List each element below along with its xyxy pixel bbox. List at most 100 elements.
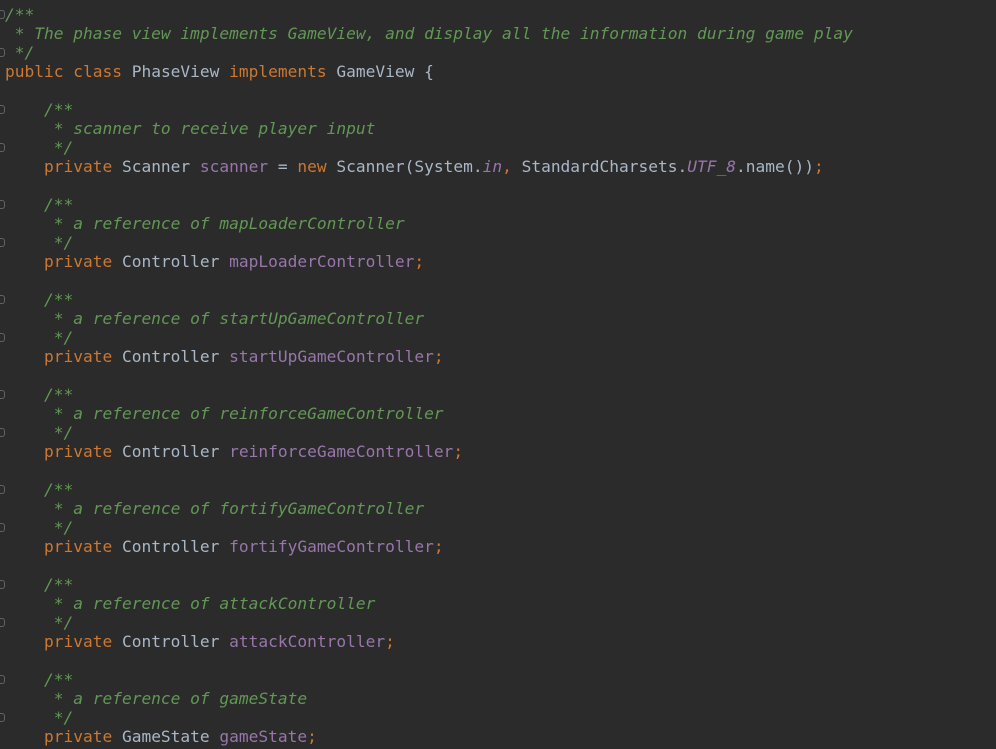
code-line[interactable]: /**	[5, 290, 73, 309]
code-line[interactable]: */	[5, 138, 74, 157]
code-token-plain: Controller	[121, 347, 230, 366]
code-line[interactable]: */	[5, 423, 74, 442]
code-line[interactable]: */	[5, 518, 74, 537]
fold-marker-icon[interactable]	[0, 618, 5, 627]
code-token-kw: private	[5, 442, 122, 461]
code-token-plain: Scanner(System.	[336, 157, 483, 176]
code-token-field: attackController	[229, 632, 386, 651]
code-token-punct: ;	[414, 252, 425, 271]
code-token-punct: ,	[502, 157, 522, 176]
code-line[interactable]: * a reference of gameState	[5, 689, 307, 708]
code-token-doc: /**	[5, 480, 74, 499]
code-token-punct: ;	[453, 442, 464, 461]
fold-marker-icon[interactable]	[0, 295, 5, 304]
fold-marker-icon[interactable]	[0, 48, 5, 57]
fold-marker-icon[interactable]	[0, 485, 5, 494]
code-line[interactable]: private GameState gameState;	[5, 727, 317, 746]
code-token-doc: */	[5, 43, 35, 62]
code-line[interactable]: private Controller attackController;	[5, 632, 395, 651]
code-token-plain: GameView {	[336, 62, 434, 81]
code-token-plain: Controller	[121, 252, 230, 271]
code-token-kw: private	[5, 632, 122, 651]
code-token-doc: * a reference of gameState	[5, 689, 308, 708]
code-token-doc: */	[5, 233, 74, 252]
code-token-doc: * a reference of startUpGameController	[5, 309, 425, 328]
fold-marker-icon[interactable]	[0, 523, 5, 532]
fold-marker-icon[interactable]	[0, 200, 5, 209]
code-token-doc: * a reference of reinforceGameController	[5, 404, 444, 423]
code-token-kw: private	[5, 157, 122, 176]
code-token-field: startUpGameController	[229, 347, 434, 366]
code-line[interactable]: /**	[5, 670, 73, 689]
code-token-doc: * a reference of attackController	[5, 594, 376, 613]
code-token-doc: * The phase view implements GameView, an…	[5, 24, 853, 43]
code-line[interactable]: private Scanner scanner = new Scanner(Sy…	[5, 157, 824, 176]
code-line[interactable]: * a reference of attackController	[5, 594, 376, 613]
code-token-kw: implements	[229, 62, 337, 81]
fold-marker-icon[interactable]	[0, 390, 5, 399]
code-token-plain: Scanner	[121, 157, 200, 176]
fold-marker-icon[interactable]	[0, 580, 5, 589]
fold-marker-icon[interactable]	[0, 10, 5, 19]
code-token-plain: PhaseView	[131, 62, 230, 81]
code-token-doc: /**	[5, 670, 74, 689]
code-token-doc: */	[5, 423, 74, 442]
code-token-doc: */	[5, 518, 74, 537]
code-line[interactable]: /**	[5, 480, 73, 499]
code-line[interactable]: /**	[5, 575, 73, 594]
code-line[interactable]: private Controller reinforceGameControll…	[5, 442, 463, 461]
code-token-punct: ;	[433, 347, 444, 366]
code-token-plain: StandardCharsets.	[521, 157, 688, 176]
code-line[interactable]: */	[5, 43, 35, 62]
code-token-kw: new	[297, 157, 337, 176]
code-line[interactable]: /**	[5, 385, 73, 404]
code-line[interactable]: public class PhaseView implements GameVi…	[5, 62, 434, 81]
fold-marker-icon[interactable]	[0, 238, 5, 247]
code-token-plain: =	[268, 157, 298, 176]
code-editor[interactable]: /** * The phase view implements GameView…	[0, 0, 996, 749]
code-token-kw: private	[5, 727, 122, 746]
fold-marker-icon[interactable]	[0, 428, 5, 437]
code-line[interactable]: /**	[5, 195, 73, 214]
code-token-kw: private	[5, 347, 122, 366]
code-token-doc: /**	[5, 290, 74, 309]
code-token-doc: */	[5, 708, 74, 727]
code-line[interactable]: private Controller fortifyGameController…	[5, 537, 444, 556]
code-line[interactable]: * a reference of mapLoaderController	[5, 214, 405, 233]
code-token-plain: Controller	[121, 632, 230, 651]
code-line[interactable]: * scanner to receive player input	[5, 119, 376, 138]
code-token-field: scanner	[199, 157, 269, 176]
code-token-plain: Controller	[121, 537, 230, 556]
code-token-plain: .name())	[736, 157, 814, 176]
code-line[interactable]: * a reference of fortifyGameController	[5, 499, 424, 518]
code-token-field: fortifyGameController	[229, 537, 434, 556]
code-token-doc: /**	[5, 385, 74, 404]
code-line[interactable]: * a reference of reinforceGameController	[5, 404, 444, 423]
code-token-punct: ;	[433, 537, 444, 556]
code-token-kw: private	[5, 252, 122, 271]
code-token-plain: Controller	[121, 442, 230, 461]
code-token-static: in	[482, 157, 503, 176]
code-line[interactable]: private Controller mapLoaderController;	[5, 252, 424, 271]
code-token-kw: public class	[5, 62, 132, 81]
code-token-punct: ;	[307, 727, 317, 746]
code-token-doc: */	[5, 613, 74, 632]
code-line[interactable]: /**	[5, 5, 34, 24]
code-token-doc: /**	[5, 100, 74, 119]
fold-marker-icon[interactable]	[0, 333, 5, 342]
fold-marker-icon[interactable]	[0, 143, 5, 152]
code-line[interactable]: * The phase view implements GameView, an…	[5, 24, 853, 43]
code-line[interactable]: */	[5, 233, 74, 252]
fold-marker-icon[interactable]	[0, 675, 5, 684]
code-token-doc: */	[5, 328, 74, 347]
code-token-punct: ;	[813, 157, 824, 176]
code-line[interactable]: /**	[5, 100, 73, 119]
fold-marker-icon[interactable]	[0, 713, 5, 722]
code-token-plain: GameState	[121, 727, 220, 746]
code-line[interactable]: private Controller startUpGameController…	[5, 347, 444, 366]
code-line[interactable]: */	[5, 708, 74, 727]
code-line[interactable]: */	[5, 328, 74, 347]
fold-marker-icon[interactable]	[0, 105, 5, 114]
code-line[interactable]: * a reference of startUpGameController	[5, 309, 424, 328]
code-line[interactable]: */	[5, 613, 74, 632]
